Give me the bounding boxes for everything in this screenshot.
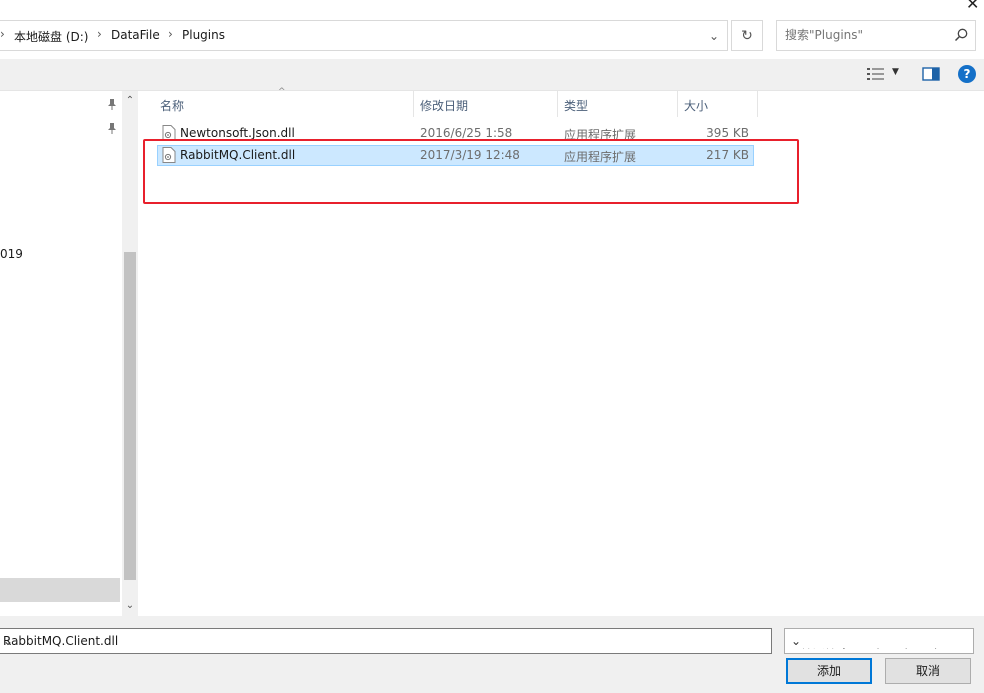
pin-icon[interactable] xyxy=(107,122,117,134)
breadcrumb-separator[interactable]: › xyxy=(168,27,173,41)
column-header-type[interactable]: 类型 xyxy=(564,97,588,114)
nav-scrollbar-thumb[interactable] xyxy=(124,252,136,580)
filename-field[interactable]: RabbitMQ.Client.dll ⌄ xyxy=(0,628,772,654)
scroll-down-icon[interactable]: ⌄ xyxy=(123,600,137,612)
refresh-icon: ↻ xyxy=(741,27,753,44)
close-icon[interactable]: ✕ xyxy=(966,0,982,13)
column-divider[interactable] xyxy=(677,91,678,117)
column-divider[interactable] xyxy=(757,91,758,117)
refresh-button[interactable]: ↻ xyxy=(731,20,763,51)
chevron-down-icon: ⌄ xyxy=(708,28,720,43)
breadcrumb-item-datafile[interactable]: DataFile xyxy=(111,28,160,42)
address-bar[interactable]: › 本地磁盘 (D:) › DataFile › Plugins xyxy=(0,20,728,51)
column-header-name[interactable]: 名称 xyxy=(160,97,184,114)
column-header-size[interactable]: 大小 xyxy=(684,97,708,114)
file-date: 2016/6/25 1:58 xyxy=(420,126,513,140)
breadcrumb-separator[interactable]: › xyxy=(97,27,102,41)
address-dropdown-button[interactable]: ⌄ xyxy=(700,20,728,51)
sort-ascending-icon: ^ xyxy=(278,87,286,97)
column-divider[interactable] xyxy=(413,91,414,117)
search-input[interactable] xyxy=(785,28,950,42)
cancel-button[interactable]: 取消 xyxy=(885,658,971,684)
column-header-date[interactable]: 修改日期 xyxy=(420,97,468,114)
view-options-icon[interactable] xyxy=(866,66,886,82)
file-size: 395 KB xyxy=(706,126,749,140)
breadcrumb-item-local-disk[interactable]: 本地磁盘 (D:) xyxy=(14,28,88,45)
chevron-down-icon[interactable]: ⌄ xyxy=(3,634,767,648)
help-icon[interactable]: ? xyxy=(958,65,976,83)
column-divider[interactable] xyxy=(557,91,558,117)
nav-item[interactable]: 019 xyxy=(0,247,23,261)
chevron-down-icon[interactable]: ⌄ xyxy=(789,634,969,648)
breadcrumb-item-plugins[interactable]: Plugins xyxy=(182,28,225,42)
nav-item-selected[interactable] xyxy=(0,578,120,602)
search-box[interactable] xyxy=(776,20,976,51)
annotation-highlight-box xyxy=(143,139,799,204)
navigation-pane xyxy=(0,91,138,616)
add-button[interactable]: 添加 xyxy=(786,658,872,684)
filetype-select[interactable]: 组件文件 (*.exe;*.dll;*.tlb;*.olb ⌄ xyxy=(784,628,974,654)
search-icon[interactable] xyxy=(953,27,969,43)
scroll-up-icon[interactable]: ⌃ xyxy=(123,95,137,107)
toolbar xyxy=(0,59,984,91)
pin-icon[interactable] xyxy=(107,98,117,110)
preview-pane-icon[interactable] xyxy=(922,66,940,82)
view-dropdown-icon[interactable]: ▼ xyxy=(892,67,902,79)
file-name: Newtonsoft.Json.dll xyxy=(180,126,295,140)
breadcrumb-separator[interactable]: › xyxy=(0,27,5,41)
